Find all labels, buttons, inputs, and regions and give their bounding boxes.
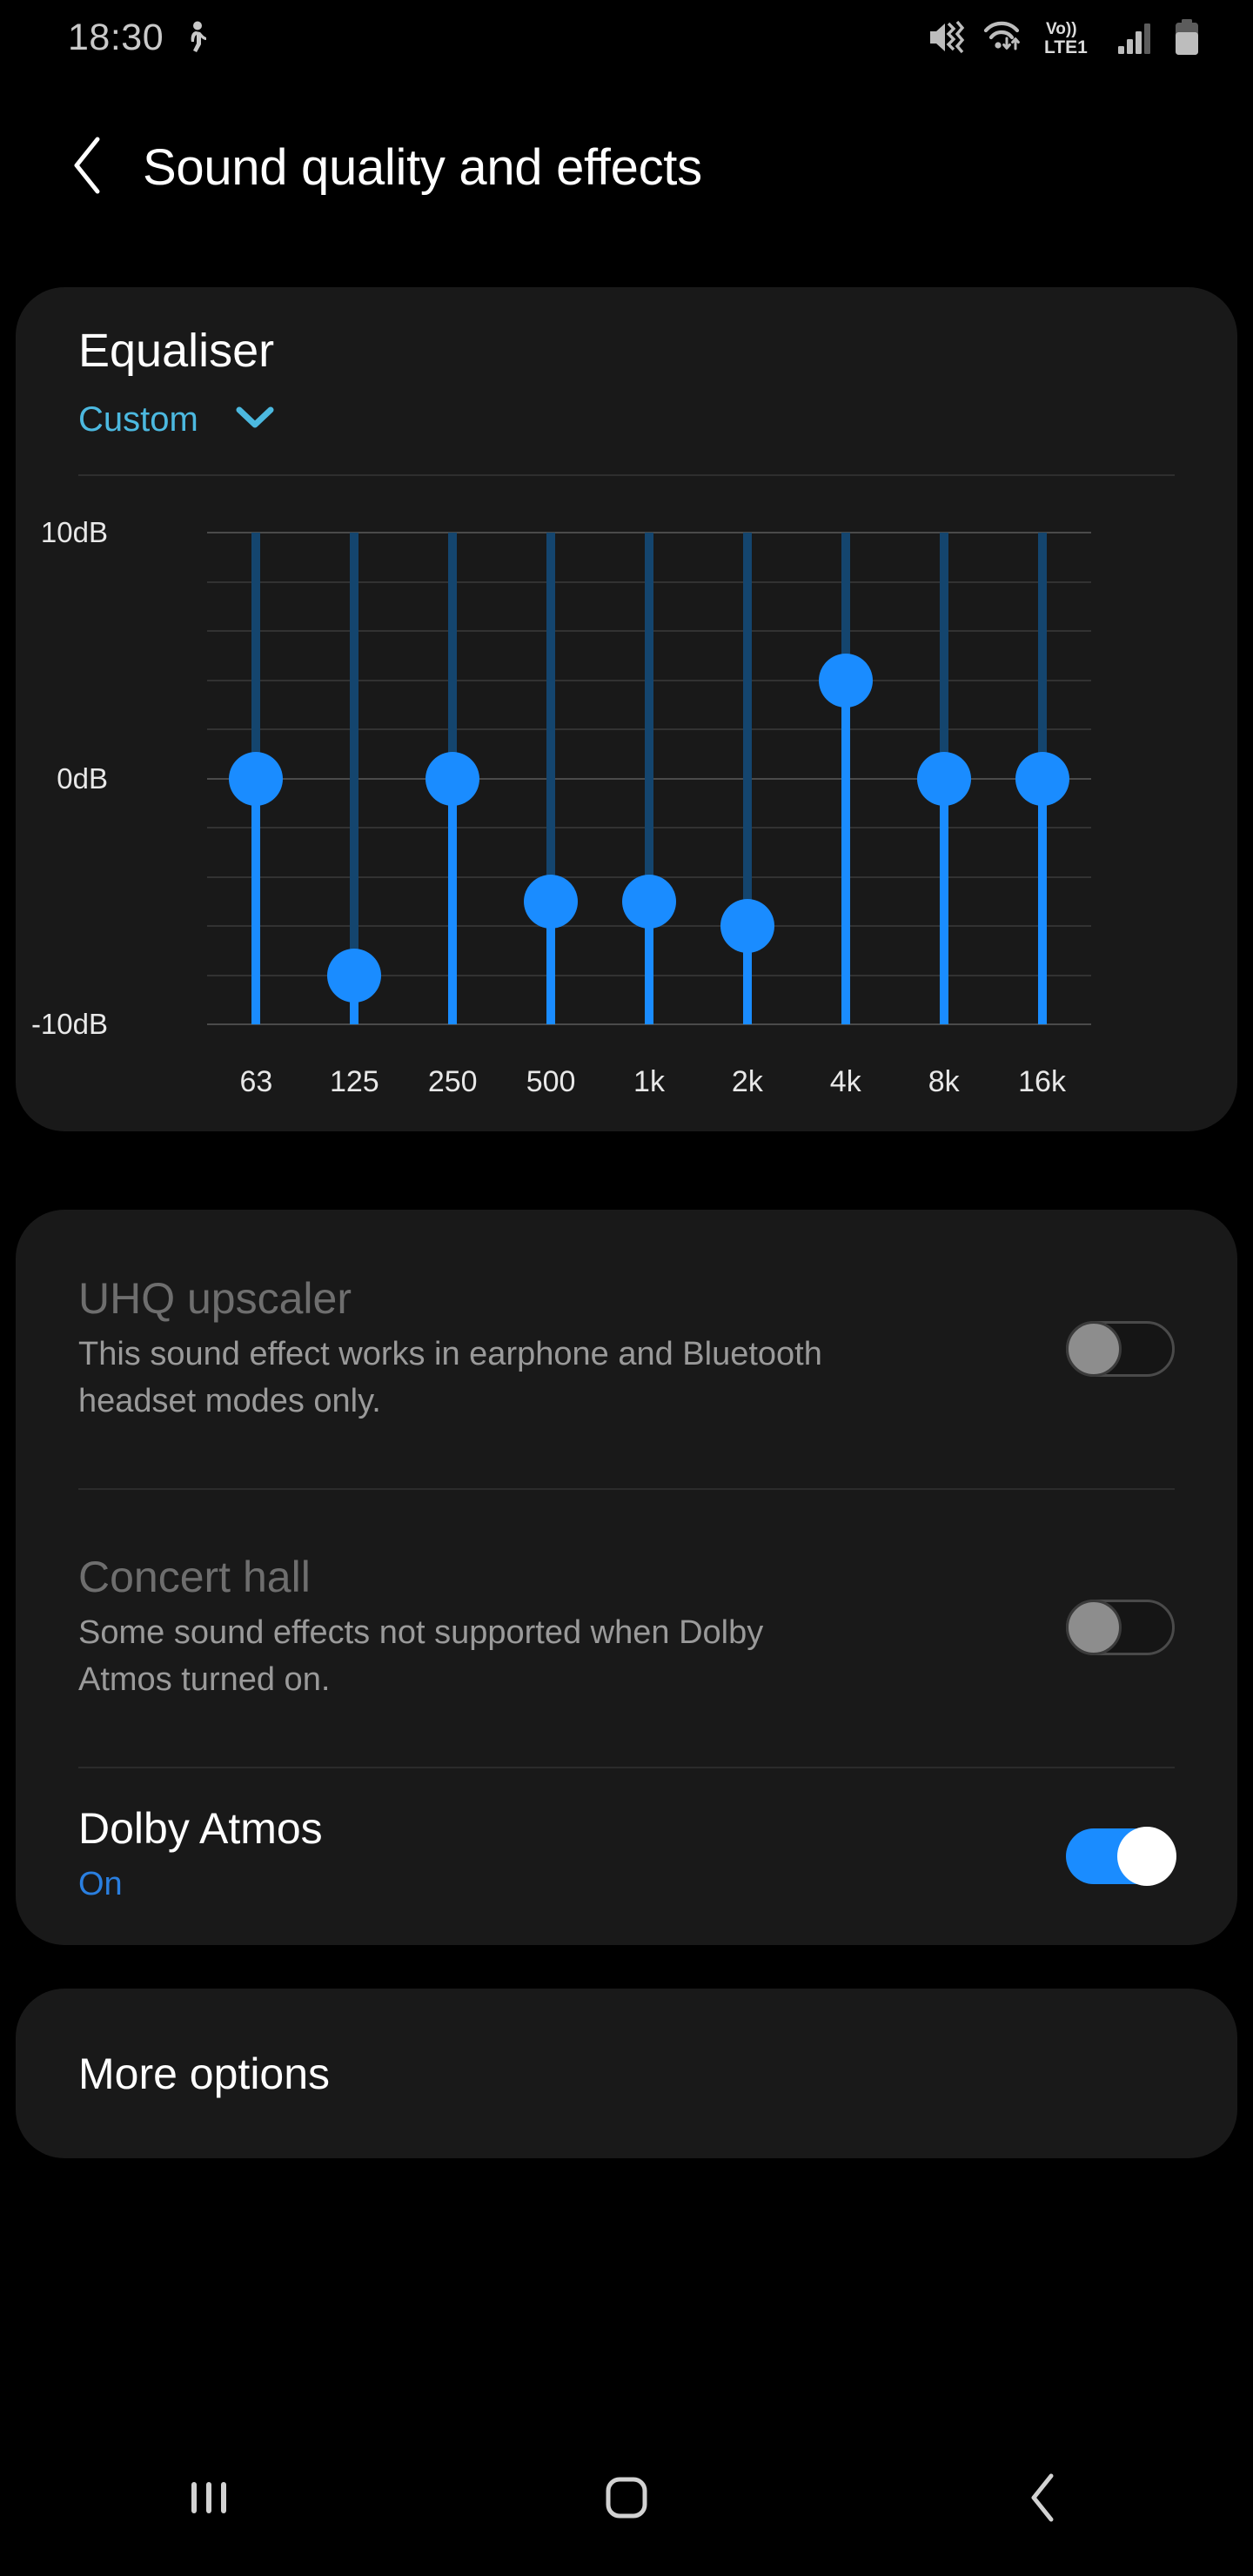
slider-thumb-125[interactable] <box>327 948 382 1003</box>
setting-row-concert-hall[interactable]: Concert hall Some sound effects not supp… <box>16 1488 1237 1767</box>
slider-track-active <box>841 680 850 1024</box>
equaliser-divider <box>78 474 1175 476</box>
slider-thumb-500[interactable] <box>524 874 579 929</box>
slider-track-inactive <box>1037 533 1047 779</box>
slider-track-inactive <box>448 533 458 779</box>
page-header: Sound quality and effects <box>0 113 1253 222</box>
recents-icon <box>191 2482 226 2513</box>
dolby-atmos-title: Dolby Atmos <box>78 1804 323 1854</box>
slider-thumb-16k[interactable] <box>1015 751 1069 806</box>
setting-row-dolby-atmos[interactable]: Dolby Atmos On <box>16 1767 1237 1945</box>
slider-track-active <box>939 778 948 1024</box>
mute-vibrate-icon <box>928 19 968 56</box>
setting-row-uhq-upscaler[interactable]: UHQ upscaler This sound effect works in … <box>16 1210 1237 1488</box>
slider-track-inactive <box>742 533 752 926</box>
slider-track-active <box>448 778 458 1024</box>
back-button[interactable] <box>70 134 108 201</box>
x-axis-label-2k: 2k <box>731 1065 763 1098</box>
status-bar-clock: 18:30 <box>68 16 164 58</box>
svg-text:Vo)): Vo)) <box>1046 20 1077 38</box>
toggle-knob-on <box>1117 1826 1176 1886</box>
sound-effects-card: UHQ upscaler This sound effect works in … <box>16 1210 1237 1945</box>
equaliser-preset-label: Custom <box>78 400 198 439</box>
equaliser-plot-area: 10dB 0dB -10dB 63 125 250 500 1k 2k 4k 8k 16k <box>31 516 1091 1098</box>
status-bar-left: 18:30 <box>68 17 211 59</box>
signal-bars-icon <box>1116 19 1158 56</box>
slider-track-inactive <box>251 533 261 779</box>
slider-thumb-250[interactable] <box>425 751 480 806</box>
x-axis-label-1k: 1k <box>633 1065 665 1098</box>
recents-button[interactable] <box>122 2419 296 2576</box>
svg-text:LTE1: LTE1 <box>1044 37 1088 57</box>
more-options-card[interactable]: More options <box>16 1989 1237 2158</box>
settings-screen: 18:30 Vo)) LTE1 Sound quality and effect… <box>0 0 1253 2576</box>
pedometer-icon <box>183 21 211 54</box>
x-axis-label-8k: 8k <box>928 1065 960 1098</box>
slider-thumb-4k[interactable] <box>818 653 873 708</box>
slider-track-inactive <box>939 533 948 779</box>
concert-hall-subtitle: Some sound effects not supported when Do… <box>78 1613 764 1698</box>
x-axis-label-16k: 16k <box>1018 1065 1066 1098</box>
uhq-upscaler-toggle[interactable] <box>1066 1321 1175 1377</box>
slider-thumb-1k[interactable] <box>622 874 676 929</box>
chevron-down-icon[interactable] <box>235 406 275 434</box>
toggle-knob-off <box>1066 1600 1122 1655</box>
slider-track-inactive <box>350 533 359 976</box>
slider-track-active <box>1037 778 1047 1024</box>
slider-thumb-63[interactable] <box>229 751 284 806</box>
back-icon <box>1031 2473 1054 2522</box>
y-axis-label: 0dB <box>57 761 108 795</box>
equaliser-preset-selector[interactable]: Custom <box>78 400 275 439</box>
equaliser-card: Equaliser Custom 10dB 0dB -10dB 63 125 250 500… <box>16 287 1237 1131</box>
toggle-knob-off <box>1066 1321 1122 1377</box>
x-axis-label-63: 63 <box>239 1065 273 1098</box>
page-title: Sound quality and effects <box>143 139 702 196</box>
slider-track-active <box>251 778 261 1024</box>
y-axis-label: -10dB <box>30 1008 108 1040</box>
x-axis-label-4k: 4k <box>829 1065 861 1098</box>
uhq-upscaler-title: UHQ upscaler <box>78 1273 352 1323</box>
x-axis-label-250: 250 <box>427 1065 478 1098</box>
y-axis-label: 10dB <box>40 516 108 548</box>
status-bar-right: Vo)) LTE1 <box>928 17 1201 57</box>
slider-thumb-2k[interactable] <box>720 899 774 953</box>
wifi-data-icon <box>982 19 1028 56</box>
battery-icon <box>1173 18 1201 57</box>
equaliser-chart: 10dB 0dB -10dB 63 125 250 500 1k 2k 4k 8k 16k <box>31 505 1183 1098</box>
home-button[interactable] <box>539 2419 714 2576</box>
status-bar: 18:30 Vo)) LTE1 <box>0 0 1253 75</box>
navigation-bar <box>0 2419 1253 2576</box>
slider-thumb-8k[interactable] <box>916 751 971 806</box>
concert-hall-toggle[interactable] <box>1066 1600 1175 1655</box>
home-icon <box>606 2477 647 2519</box>
nav-back-button[interactable] <box>957 2419 1131 2576</box>
dolby-atmos-texts: Dolby Atmos On <box>78 1803 1066 1909</box>
uhq-upscaler-subtitle: This sound effect works in earphone and … <box>78 1335 822 1419</box>
slider-track-inactive <box>546 533 556 902</box>
x-axis-label-500: 500 <box>526 1065 576 1098</box>
dolby-atmos-subtitle: On <box>78 1866 123 1903</box>
x-axis-label-125: 125 <box>329 1065 379 1098</box>
slider-track-inactive <box>645 533 653 902</box>
equaliser-title: Equaliser <box>78 325 275 377</box>
dolby-atmos-toggle[interactable] <box>1066 1826 1176 1886</box>
volte-icon: Vo)) LTE1 <box>1042 17 1102 57</box>
concert-hall-title: Concert hall <box>78 1552 311 1601</box>
concert-hall-texts: Concert hall Some sound effects not supp… <box>78 1552 1066 1704</box>
uhq-upscaler-texts: UHQ upscaler This sound effect works in … <box>78 1273 1066 1426</box>
more-options-label: More options <box>78 2049 331 2098</box>
